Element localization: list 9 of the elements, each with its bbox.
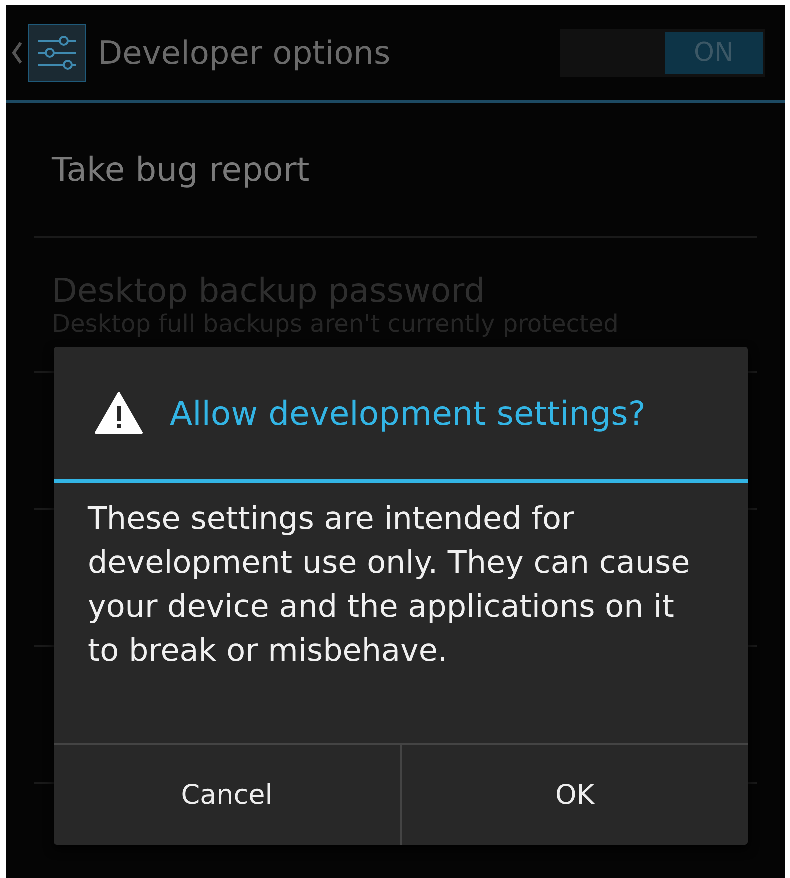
back-chevron-icon[interactable] [10,40,24,64]
screen-title: Developer options [98,34,392,72]
sliders-icon [28,24,86,82]
dialog-button[interactable]: Cancel [54,745,400,845]
dialog-title: Allow development settings? [170,394,646,432]
dialog-message: These settings are intended for development use only. They can cause your device and the applications on it to break or misbehave. [86,500,692,671]
dialog-button[interactable]: OK [400,745,748,845]
warning-icon [94,391,144,435]
setting-title[interactable]: Take bug report [52,150,739,189]
